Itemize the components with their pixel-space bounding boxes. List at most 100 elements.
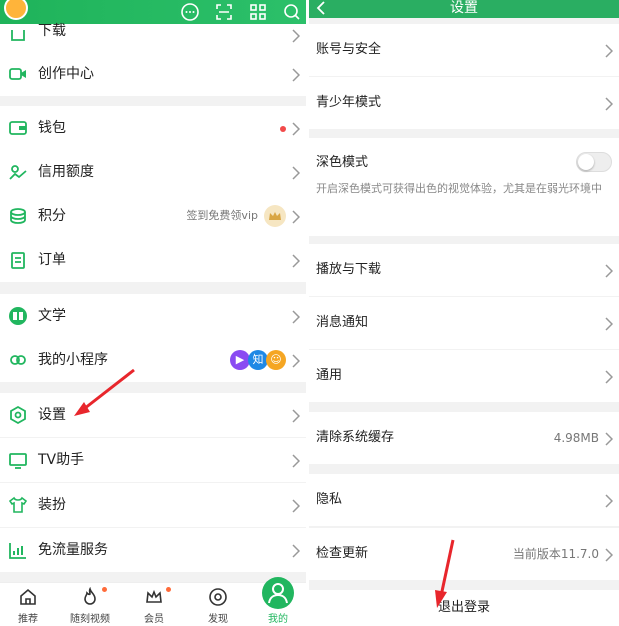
annotation-arrow: [427, 536, 507, 616]
video-icon: [8, 64, 28, 84]
chevron-right-icon: [292, 209, 301, 224]
home-icon: [18, 587, 38, 607]
settings-icon: [8, 405, 28, 425]
chevron-right-icon: [605, 96, 614, 111]
menu-item-creator-center[interactable]: 创作中心: [0, 52, 306, 96]
link-icon: [8, 350, 28, 370]
mini-program-icons: ▶ 知 ☺: [230, 350, 286, 370]
menu-label: 积分: [38, 208, 66, 224]
settings-youth-mode[interactable]: 青少年模式: [309, 77, 619, 129]
download-icon: [8, 26, 28, 46]
left-panel: 下载 创作中心 钱包 信用额度 积分 签到免费领vip 订单 文学 我的小程序: [0, 0, 306, 626]
chevron-right-icon: [605, 547, 614, 562]
chevron-right-icon: [292, 67, 301, 82]
tab-suike-video[interactable]: 随刻视频: [62, 583, 118, 626]
app-logo[interactable]: [4, 0, 28, 20]
settings-panel: 设置 账号与安全 青少年模式 深色模式 开启深色模式可获得出色的视觉体验，尤其是…: [309, 0, 619, 626]
grid-icon[interactable]: [248, 2, 268, 22]
dark-mode-toggle[interactable]: [576, 152, 612, 172]
tab-mine[interactable]: 我的: [250, 577, 306, 626]
chevron-right-icon: [605, 263, 614, 278]
chevron-right-icon: [292, 408, 301, 423]
chevron-right-icon: [605, 316, 614, 331]
menu-label: 订单: [38, 252, 66, 268]
notification-dot: [166, 587, 171, 592]
menu-label: 免流量服务: [38, 542, 108, 558]
search-icon[interactable]: [282, 2, 302, 22]
settings-header: 设置: [309, 0, 619, 18]
chevron-right-icon: [292, 165, 301, 180]
menu-label: 装扮: [38, 497, 66, 513]
chevron-right-icon: [292, 121, 301, 136]
book-icon: [8, 306, 28, 326]
scan-icon[interactable]: [214, 2, 234, 22]
vip-hint-text: 签到免费领vip: [186, 209, 258, 222]
chevron-right-icon: [292, 309, 301, 324]
dark-mode-description: 开启深色模式可获得出色的视觉体验，尤其是在弱光环境中: [316, 182, 602, 195]
chevron-right-icon: [605, 369, 614, 384]
settings-account-security[interactable]: 账号与安全: [309, 24, 619, 76]
row-label: 消息通知: [316, 315, 369, 330]
tab-recommend[interactable]: 推荐: [0, 583, 56, 626]
order-icon: [8, 250, 28, 270]
menu-item-credit[interactable]: 信用额度: [0, 150, 306, 194]
row-label: 账号与安全: [316, 42, 382, 57]
tab-vip[interactable]: 会员: [126, 583, 182, 626]
tab-label: 随刻视频: [70, 614, 110, 625]
toggle-knob: [578, 154, 594, 170]
play-icon: ▶: [230, 350, 250, 370]
menu-item-orders[interactable]: 订单: [0, 238, 306, 282]
row-label: 隐私: [316, 492, 343, 507]
flame-icon: [80, 586, 100, 607]
row-label: 检查更新: [316, 546, 369, 561]
tab-label: 推荐: [18, 614, 38, 625]
menu-item-literature[interactable]: 文学: [0, 294, 306, 338]
cache-size: 4.98MB: [553, 431, 599, 445]
zhihu-icon: 知: [248, 350, 268, 370]
chevron-right-icon: [292, 498, 301, 513]
menu-item-wallet[interactable]: 钱包: [0, 106, 306, 150]
menu-item-settings[interactable]: 设置: [0, 393, 306, 437]
profile-icon: [262, 577, 294, 609]
game-icon: ☺: [266, 350, 286, 370]
annotation-arrow: [68, 364, 148, 444]
row-label: 通用: [316, 368, 343, 383]
settings-notifications[interactable]: 消息通知: [309, 297, 619, 349]
settings-general[interactable]: 通用: [309, 350, 619, 402]
settings-playback-download[interactable]: 播放与下载: [309, 244, 619, 296]
menu-label: 钱包: [38, 120, 66, 136]
chevron-right-icon: [605, 431, 614, 446]
tab-label: 发现: [208, 614, 228, 625]
chevron-right-icon: [292, 253, 301, 268]
menu-label: 文学: [38, 308, 66, 324]
tv-icon: [8, 450, 28, 470]
menu-item-download[interactable]: 下载: [0, 24, 306, 52]
menu-label: 创作中心: [38, 66, 94, 82]
menu-item-mini-programs[interactable]: 我的小程序 ▶ 知 ☺: [0, 338, 306, 382]
chevron-right-icon: [605, 43, 614, 58]
chevron-right-icon: [292, 353, 301, 368]
tab-discover[interactable]: 发现: [190, 583, 246, 626]
message-icon[interactable]: [180, 2, 200, 22]
settings-clear-cache[interactable]: 清除系统缓存 4.98MB: [309, 412, 619, 464]
row-label: 清除系统缓存: [316, 430, 395, 445]
menu-item-tv-assistant[interactable]: TV助手: [0, 438, 306, 482]
compass-icon: [208, 587, 228, 607]
chevron-right-icon: [605, 493, 614, 508]
settings-privacy[interactable]: 隐私: [309, 474, 619, 526]
menu-label: 下载: [38, 23, 66, 39]
credit-icon: [8, 162, 28, 182]
notification-dot: [102, 587, 107, 592]
tab-label: 会员: [144, 614, 164, 625]
version-text: 当前版本11.7.0: [512, 547, 599, 561]
wallet-icon: [8, 118, 28, 138]
row-label: 播放与下载: [316, 262, 382, 277]
row-label: 青少年模式: [316, 95, 382, 110]
chevron-right-icon: [292, 453, 301, 468]
menu-item-data-free[interactable]: 免流量服务: [0, 528, 306, 572]
menu-item-dress-up[interactable]: 装扮: [0, 483, 306, 527]
shirt-icon: [8, 495, 28, 515]
menu-label: 设置: [38, 407, 66, 423]
menu-item-points[interactable]: 积分 签到免费领vip: [0, 194, 306, 238]
chevron-right-icon: [292, 28, 301, 43]
